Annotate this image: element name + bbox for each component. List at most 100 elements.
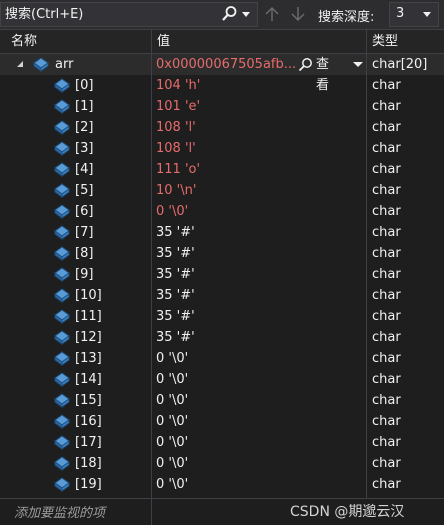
watch-row[interactable]: [1] 101 'e' char [0, 96, 444, 117]
magnifier-icon[interactable] [298, 57, 313, 72]
watermark-text: CSDN @期邈云汉 [290, 504, 405, 520]
element-index: [10] [75, 288, 102, 303]
element-index: [15] [75, 393, 102, 408]
watch-row[interactable]: [13] 0 '\0' char [0, 348, 444, 369]
watch-row[interactable]: [17] 0 '\0' char [0, 432, 444, 453]
object-variable-icon [54, 99, 70, 114]
type-cell: char [367, 75, 444, 96]
value-cell[interactable]: 0 '\0' [152, 369, 366, 390]
watch-row[interactable]: [6] 0 '\0' char [0, 201, 444, 222]
watch-row[interactable]: [0] 104 'h' char [0, 75, 444, 96]
search-icon[interactable] [220, 5, 238, 23]
object-variable-icon [54, 435, 70, 450]
element-type: char [372, 435, 401, 450]
name-cell: [13] [0, 348, 151, 369]
name-cell: [17] [0, 432, 151, 453]
object-variable-icon [54, 141, 70, 156]
object-variable-icon [54, 330, 70, 345]
element-value: 35 '#' [156, 267, 195, 282]
watch-row[interactable]: [12] 35 '#' char [0, 327, 444, 348]
chevron-down-icon[interactable] [353, 62, 363, 68]
value-cell[interactable]: 108 'l' [152, 138, 366, 159]
search-depth-label: 搜索深度: [318, 10, 375, 25]
element-type: char [372, 309, 401, 324]
element-index: [9] [75, 267, 94, 282]
watch-row[interactable]: [18] 0 '\0' char [0, 453, 444, 474]
value-cell[interactable]: 0 '\0' [152, 453, 366, 474]
column-header-name[interactable]: 名称 [6, 30, 152, 53]
name-cell: [8] [0, 243, 151, 264]
value-cell[interactable]: 10 '\n' [152, 180, 366, 201]
element-value: 0 '\0' [156, 456, 189, 471]
arrow-down-icon[interactable] [291, 6, 305, 22]
value-cell[interactable]: 0 '\0' [152, 348, 366, 369]
value-cell[interactable]: 111 'o' [152, 159, 366, 180]
watch-row[interactable]: [2] 108 'l' char [0, 117, 444, 138]
search-dropdown-icon[interactable] [241, 11, 251, 19]
search-input[interactable] [5, 5, 211, 24]
value-cell[interactable]: 35 '#' [152, 306, 366, 327]
watch-toolbar: 搜索深度: 3 [0, 0, 444, 30]
element-value: 0 '\0' [156, 204, 189, 219]
value-cell[interactable]: 101 'e' [152, 96, 366, 117]
value-cell[interactable]: 0x00000067505afb... [152, 54, 366, 75]
variable-type: char[20] [372, 57, 428, 72]
arrow-up-icon[interactable] [265, 6, 279, 22]
value-cell[interactable]: 0 '\0' [152, 201, 366, 222]
value-cell[interactable]: 35 '#' [152, 264, 366, 285]
value-cell[interactable]: 35 '#' [152, 243, 366, 264]
element-value: 35 '#' [156, 330, 195, 345]
watch-row[interactable]: [4] 111 'o' char [0, 159, 444, 180]
name-cell: [7] [0, 222, 151, 243]
watch-grid: arr 0x00000067505afb... 查看 char[20] [0] 1… [0, 54, 444, 498]
watch-row[interactable]: [7] 35 '#' char [0, 222, 444, 243]
name-cell: [5] [0, 180, 151, 201]
value-cell[interactable]: 35 '#' [152, 327, 366, 348]
element-type: char [372, 204, 401, 219]
element-type: char [372, 288, 401, 303]
search-box[interactable] [0, 2, 258, 27]
column-header-value[interactable]: 值 [152, 30, 367, 53]
value-cell[interactable]: 35 '#' [152, 222, 366, 243]
watch-row[interactable]: [15] 0 '\0' char [0, 390, 444, 411]
type-cell: char [367, 369, 444, 390]
watch-row[interactable]: [16] 0 '\0' char [0, 411, 444, 432]
element-type: char [372, 477, 401, 492]
value-cell[interactable]: 0 '\0' [152, 432, 366, 453]
watch-row[interactable]: [3] 108 'l' char [0, 138, 444, 159]
element-value: 108 'l' [156, 120, 196, 135]
column-header-row: 名称 值 类型 [0, 30, 444, 54]
watch-row[interactable]: [11] 35 '#' char [0, 306, 444, 327]
element-type: char [372, 456, 401, 471]
watch-row[interactable]: [9] 35 '#' char [0, 264, 444, 285]
type-cell: char [367, 453, 444, 474]
add-watch-item[interactable]: 添加要监视的项 [14, 502, 105, 521]
watch-row[interactable]: [14] 0 '\0' char [0, 369, 444, 390]
element-type: char [372, 330, 401, 345]
search-depth-value: 3 [396, 6, 405, 21]
watch-row[interactable]: [8] 35 '#' char [0, 243, 444, 264]
column-divider [151, 499, 152, 525]
name-cell: [9] [0, 264, 151, 285]
element-value: 10 '\n' [156, 183, 197, 198]
value-cell[interactable]: 104 'h' [152, 75, 366, 96]
search-depth-select[interactable]: 3 [389, 2, 439, 27]
element-value: 111 'o' [156, 162, 201, 177]
value-cell[interactable]: 0 '\0' [152, 474, 366, 495]
element-type: char [372, 225, 401, 240]
watch-row[interactable]: [19] 0 '\0' char [0, 474, 444, 495]
value-cell[interactable]: 0 '\0' [152, 411, 366, 432]
object-variable-icon [54, 372, 70, 387]
element-value: 0 '\0' [156, 393, 189, 408]
value-cell[interactable]: 0 '\0' [152, 390, 366, 411]
column-header-type[interactable]: 类型 [367, 30, 444, 53]
name-cell: [19] [0, 474, 151, 495]
expand-triangle-icon[interactable] [16, 60, 24, 68]
value-cell[interactable]: 108 'l' [152, 117, 366, 138]
watch-row[interactable]: [5] 10 '\n' char [0, 180, 444, 201]
watch-row-root[interactable]: arr 0x00000067505afb... 查看 char[20] [0, 54, 444, 93]
value-cell[interactable]: 35 '#' [152, 285, 366, 306]
watch-row[interactable]: [10] 35 '#' char [0, 285, 444, 306]
element-type: char [372, 351, 401, 366]
element-type: char [372, 246, 401, 261]
